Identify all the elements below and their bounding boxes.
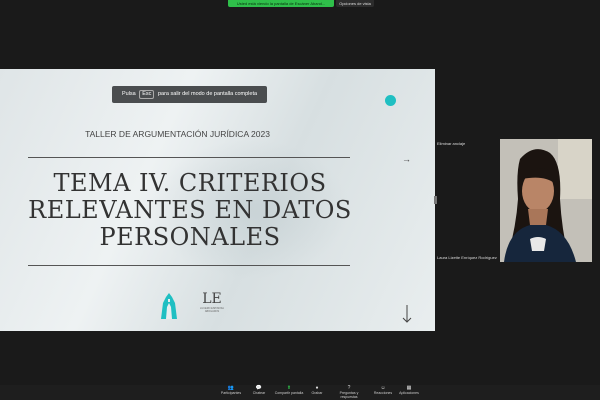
participant-video[interactable] xyxy=(500,139,592,262)
title-line-3: PERSONALES xyxy=(99,223,281,251)
arrow-down-icon xyxy=(402,305,412,323)
bottom-divider xyxy=(28,265,350,266)
logo-caption-2: ABOGADOS xyxy=(204,310,220,313)
qa-button[interactable]: ? Preguntas y respuestas xyxy=(334,386,364,400)
accent-dot xyxy=(385,95,396,106)
top-divider xyxy=(28,157,350,158)
apps-button[interactable]: ▦ Aplicaciones xyxy=(394,386,424,396)
view-options-button[interactable]: Opciones de vista xyxy=(336,0,374,7)
law-firm-logo: LE LUCERO ESPINOSA ABOGADOS xyxy=(193,291,231,323)
chat-button[interactable]: 💬 Chatear xyxy=(244,386,274,396)
record-button[interactable]: ● Grabar xyxy=(302,386,332,396)
top-bar: Usted está viendo la pantalla de Escáner… xyxy=(0,0,600,10)
participant-avatar xyxy=(500,139,592,262)
share-screen-button[interactable]: ⬆ Compartir pantalla xyxy=(274,386,304,396)
screen-share-notice[interactable]: Usted está viendo la pantalla de Escáner… xyxy=(228,0,334,7)
unpin-label[interactable]: Eliminar anclaje xyxy=(437,141,465,146)
slide-title: TEMA IV. CRITERIOS RELEVANTES EN DATOS P… xyxy=(0,170,380,251)
meeting-toolbar: 👥 Participantes 💬 Chatear ⬆ Compartir pa… xyxy=(0,385,600,400)
esc-prefix: Pulsa xyxy=(121,91,136,97)
esc-suffix: para salir del modo de pantalla completa xyxy=(157,91,258,97)
institution-logo-icon xyxy=(161,293,177,319)
panel-resize-handle[interactable] xyxy=(434,196,437,204)
logo-monogram: LE xyxy=(202,291,222,307)
participant-name: Laura Lizette Enríquez Rodríguez xyxy=(437,255,497,260)
participants-button[interactable]: 👥 Participantes xyxy=(216,386,246,396)
fullscreen-exit-banner: Pulsa Esc para salir del modo de pantall… xyxy=(112,86,267,103)
title-line-1: TEMA IV. CRITERIOS xyxy=(53,169,327,197)
shared-screen-slide: Pulsa Esc para salir del modo de pantall… xyxy=(0,69,435,331)
arrow-right-icon: → xyxy=(402,154,411,164)
title-line-2: RELEVANTES EN DATOS xyxy=(28,196,352,224)
slide-subtitle: TALLER DE ARGUMENTACIÓN JURÍDICA 2023 xyxy=(85,129,270,139)
esc-key[interactable]: Esc xyxy=(139,90,155,99)
